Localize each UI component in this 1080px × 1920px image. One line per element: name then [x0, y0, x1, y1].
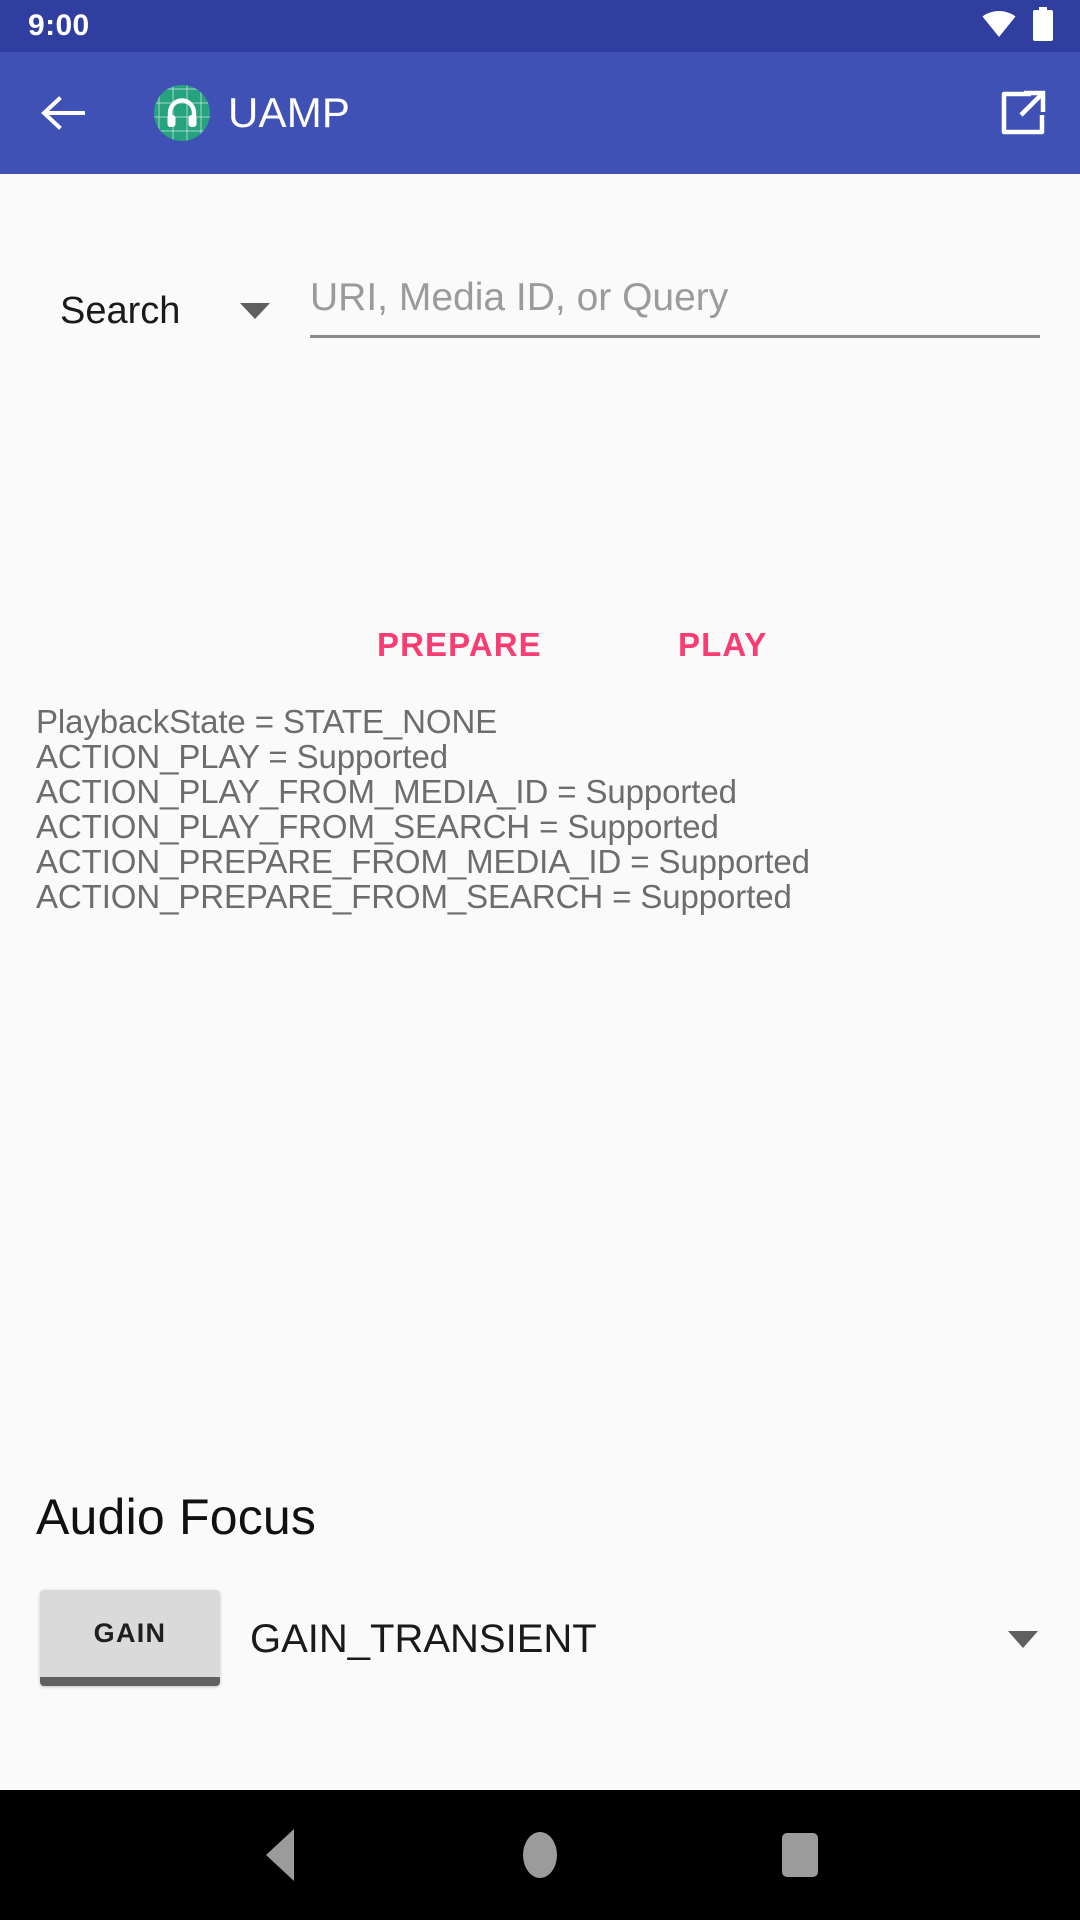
nav-recents-button[interactable]	[745, 1800, 855, 1910]
audio-focus-section: Audio Focus GAIN GAIN_TRANSIENT	[0, 1492, 1080, 1686]
status-line: ACTION_PREPARE_FROM_SEARCH = Supported	[36, 879, 1036, 914]
status-line: ACTION_PREPARE_FROM_MEDIA_ID = Supported	[36, 844, 1036, 879]
audio-focus-type-spinner-value: GAIN_TRANSIENT	[250, 1619, 597, 1659]
app-title: UAMP	[228, 92, 350, 134]
nav-recents-icon	[782, 1833, 818, 1877]
query-field-wrapper[interactable]	[310, 278, 1040, 338]
audio-focus-type-spinner[interactable]: GAIN_TRANSIENT	[250, 1590, 1038, 1686]
search-row: Search	[0, 254, 1080, 338]
play-button[interactable]: PLAY	[662, 620, 783, 669]
audio-focus-controls-row: GAIN GAIN_TRANSIENT	[0, 1590, 1080, 1686]
nav-back-button[interactable]	[225, 1800, 335, 1910]
status-line: ACTION_PLAY = Supported	[36, 739, 1036, 774]
open-in-new-icon	[998, 88, 1048, 138]
chevron-down-icon	[1008, 1631, 1038, 1648]
prepare-button[interactable]: PREPARE	[361, 620, 558, 669]
nav-back-icon	[266, 1829, 294, 1881]
audio-focus-title: Audio Focus	[36, 1492, 1080, 1542]
main-content: Search PREPARE PLAY PlaybackState = STAT…	[0, 174, 1080, 1790]
status-bar-icons	[982, 7, 1054, 46]
status-bar-clock: 9:00	[28, 11, 90, 41]
audio-focus-request-button[interactable]: GAIN	[40, 1590, 220, 1686]
action-buttons-row: PREPARE PLAY	[0, 614, 1080, 684]
arrow-back-icon	[40, 93, 88, 133]
headphones-icon	[165, 96, 199, 130]
wifi-icon	[982, 11, 1016, 42]
back-button[interactable]	[36, 85, 92, 141]
nav-home-icon	[523, 1832, 557, 1878]
playback-status-text: PlaybackState = STATE_NONE ACTION_PLAY =…	[36, 704, 1036, 914]
nav-home-button[interactable]	[485, 1800, 595, 1910]
app-bar: UAMP	[0, 52, 1080, 174]
status-line: ACTION_PLAY_FROM_SEARCH = Supported	[36, 809, 1036, 844]
battery-full-icon	[1032, 7, 1054, 46]
system-navigation-bar	[0, 1790, 1080, 1920]
status-line: PlaybackState = STATE_NONE	[36, 704, 1036, 739]
search-type-spinner-value: Search	[60, 292, 180, 330]
search-input[interactable]	[310, 278, 1040, 319]
chevron-down-icon	[240, 303, 270, 319]
uamp-headphones-logo	[154, 85, 210, 141]
open-in-new-button[interactable]	[994, 84, 1052, 142]
status-bar: 9:00	[0, 0, 1080, 52]
app-screen: 9:00	[0, 0, 1080, 1920]
search-type-spinner[interactable]: Search	[60, 292, 310, 338]
status-line: ACTION_PLAY_FROM_MEDIA_ID = Supported	[36, 774, 1036, 809]
